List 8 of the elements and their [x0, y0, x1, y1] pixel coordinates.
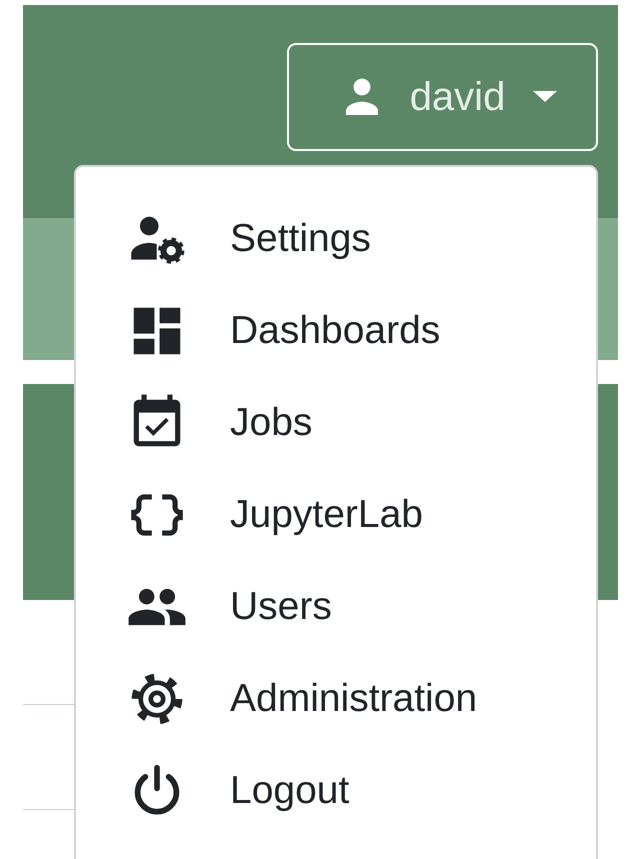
menu-item[interactable]: Administration	[76, 653, 596, 745]
menu-item[interactable]: Logout	[76, 745, 596, 837]
menu-item[interactable]: Jobs	[76, 377, 596, 469]
menu-item[interactable]: JupyterLab	[76, 469, 596, 561]
menu-item[interactable]: Users	[76, 561, 596, 653]
menu-item[interactable]: Settings	[76, 193, 596, 285]
menu-item[interactable]: Dashboards	[76, 285, 596, 377]
caret-icon	[533, 91, 558, 103]
